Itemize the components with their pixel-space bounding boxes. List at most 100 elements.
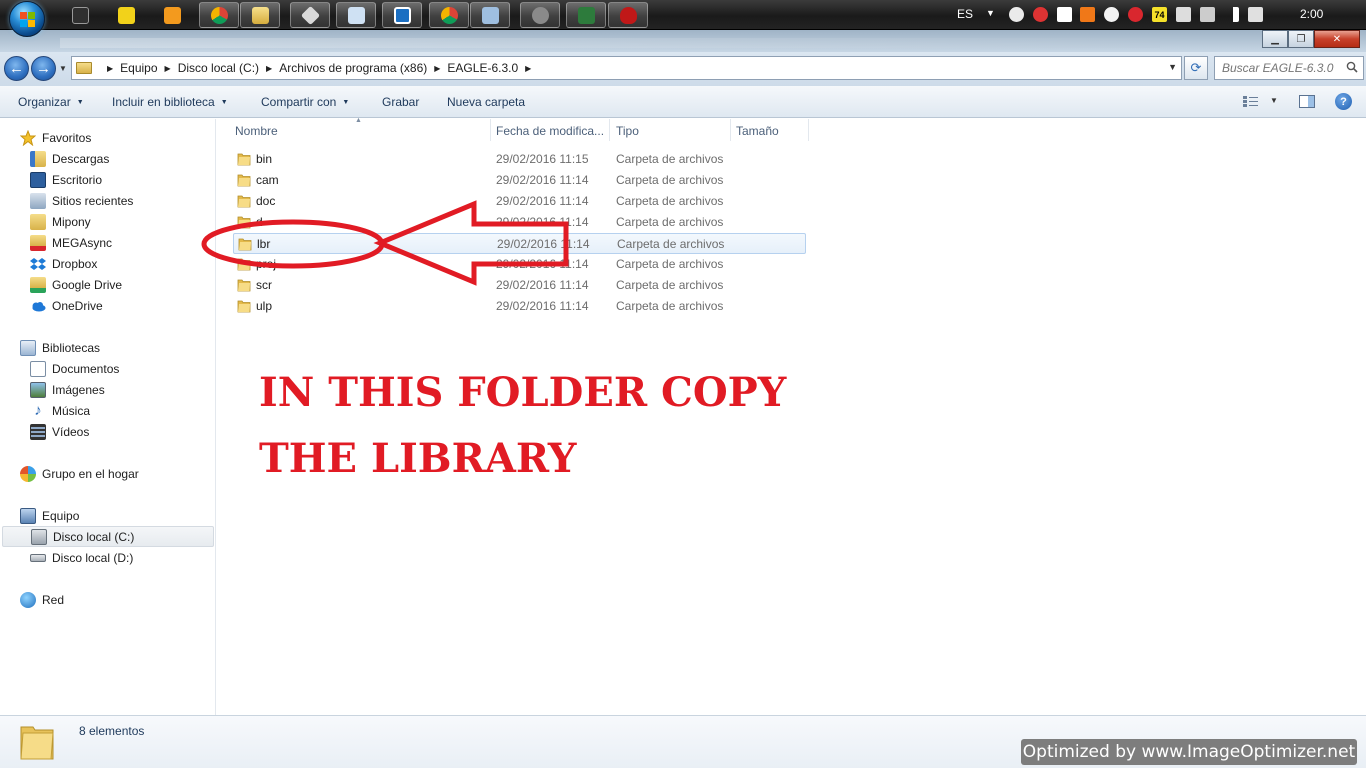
nav-item-mipony[interactable]: Mipony <box>0 211 214 232</box>
taskbar-explorer-button[interactable] <box>240 2 280 28</box>
address-bar[interactable]: ▶ Equipo ▶ Disco local (C:) ▶ Archivos d… <box>71 56 1182 80</box>
taskbar-minecraft-button[interactable] <box>60 2 100 28</box>
change-view-icon[interactable] <box>1243 95 1259 108</box>
badge-74-icon[interactable]: 74 <box>1152 7 1167 22</box>
taskbar-gimp-button[interactable] <box>520 2 560 28</box>
close-button[interactable]: ✕ <box>1314 30 1360 48</box>
new-folder-button[interactable]: Nueva carpeta <box>447 95 525 109</box>
nav-computer[interactable]: Equipo <box>0 505 214 526</box>
nav-item-videos[interactable]: Vídeos <box>0 421 214 442</box>
taskbar: ES ▼ 74 2:00 <box>0 0 1366 37</box>
column-header-type[interactable]: Tipo <box>616 119 639 143</box>
breadcrumb-disco-c[interactable]: Disco local (C:) <box>178 61 259 75</box>
start-button[interactable] <box>9 1 45 37</box>
nav-homegroup[interactable]: Grupo en el hogar <box>0 463 214 484</box>
file-type: Carpeta de archivos <box>616 278 724 292</box>
chrome-icon <box>210 6 228 24</box>
minimize-button[interactable]: ▁ <box>1262 30 1288 48</box>
chevron-right-icon[interactable]: ▶ <box>525 64 531 73</box>
chrome-icon <box>440 6 458 24</box>
taskbar-red-app-button[interactable] <box>608 2 648 28</box>
notepad-icon <box>347 6 365 24</box>
organize-button[interactable]: Organizar ▼ <box>18 95 84 109</box>
avast-icon[interactable] <box>1080 7 1095 22</box>
taskbar-media-player-button[interactable] <box>152 2 192 28</box>
chevron-right-icon[interactable]: ▶ <box>434 64 440 73</box>
flag-error-icon[interactable] <box>1176 7 1191 22</box>
nav-network[interactable]: Red <box>0 589 214 610</box>
file-date: 29/02/2016 11:14 <box>497 237 590 251</box>
battery-icon[interactable] <box>1200 7 1215 22</box>
column-header-size[interactable]: Tamaño <box>736 119 779 143</box>
recent-pages-dropdown[interactable]: ▼ <box>59 64 67 73</box>
nav-item-sitios-recientes[interactable]: Sitios recientes <box>0 190 214 211</box>
file-row-proj[interactable]: proj 29/02/2016 11:14 Carpeta de archivos <box>233 254 806 275</box>
file-date: 29/02/2016 11:14 <box>496 299 589 313</box>
file-row-ulp[interactable]: ulp 29/02/2016 11:14 Carpeta de archivos <box>233 296 806 317</box>
folder-icon <box>76 62 92 74</box>
forward-button[interactable]: → <box>31 56 56 81</box>
help-icon[interactable]: ? <box>1335 93 1352 110</box>
search-icon[interactable] <box>1346 61 1358 73</box>
burn-button[interactable]: Grabar <box>382 95 419 109</box>
taskbar-control-panel-button[interactable] <box>470 2 510 28</box>
breadcrumb-equipo[interactable]: Equipo <box>120 61 157 75</box>
address-history-dropdown[interactable]: ▼ <box>1168 62 1177 72</box>
preview-pane-icon[interactable] <box>1299 95 1315 108</box>
taskbar-xmind-button[interactable] <box>382 2 422 28</box>
file-row-lbr[interactable]: lbr 29/02/2016 11:14 Carpeta de archivos <box>233 233 806 254</box>
nav-item-imagenes[interactable]: Imágenes <box>0 379 214 400</box>
taskbar-chrome-2-button[interactable] <box>429 2 469 28</box>
file-row-bin[interactable]: bin 29/02/2016 11:15 Carpeta de archivos <box>233 149 806 170</box>
nav-item-megasync[interactable]: MEGAsync <box>0 232 214 253</box>
taskbar-chrome-button[interactable] <box>199 2 239 28</box>
nav-item-escritorio[interactable]: Escritorio <box>0 169 214 190</box>
file-row-cam[interactable]: cam 29/02/2016 11:14 Carpeta de archivos <box>233 170 806 191</box>
signal-icon[interactable] <box>1224 7 1239 22</box>
app-tray-icon[interactable] <box>1033 7 1048 22</box>
file-row-scr[interactable]: scr 29/02/2016 11:14 Carpeta de archivos <box>233 275 806 296</box>
file-row-doc[interactable]: doc 29/02/2016 11:14 Carpeta de archivos <box>233 191 806 212</box>
file-row-d[interactable]: d 29/02/2016 11:14 Carpeta de archivos <box>233 212 806 233</box>
taskbar-notepad-button[interactable] <box>336 2 376 28</box>
chevron-right-icon[interactable]: ▶ <box>266 64 272 73</box>
search-input[interactable] <box>1222 58 1342 78</box>
nav-item-descargas[interactable]: Descargas <box>0 148 214 169</box>
cloud-upload-icon[interactable] <box>1009 7 1024 22</box>
language-indicator[interactable]: ES <box>957 7 973 21</box>
maximize-button[interactable]: ❐ <box>1288 30 1314 48</box>
nav-favorites[interactable]: Favoritos <box>0 127 214 148</box>
nav-item-musica[interactable]: ♪ Música <box>0 400 214 421</box>
chevron-right-icon[interactable]: ▶ <box>165 64 171 73</box>
clock[interactable]: 2:00 <box>1300 7 1323 21</box>
nav-item-onedrive[interactable]: OneDrive <box>0 295 214 316</box>
column-header-name[interactable]: Nombre <box>235 119 278 143</box>
taskbar-arduino-button[interactable] <box>566 2 606 28</box>
nav-item-google-drive[interactable]: Google Drive <box>0 274 214 295</box>
volume-icon[interactable] <box>1248 7 1263 22</box>
dropbox-icon[interactable] <box>1057 7 1072 22</box>
onedrive-icon[interactable] <box>1104 7 1119 22</box>
nav-libraries[interactable]: Bibliotecas <box>0 337 214 358</box>
breadcrumb-eagle[interactable]: EAGLE-6.3.0 <box>447 61 518 75</box>
nav-item-disco-c[interactable]: Disco local (C:) <box>2 526 214 547</box>
file-type: Carpeta de archivos <box>616 194 724 208</box>
tray-expand-icon[interactable]: ▼ <box>986 8 995 18</box>
file-name: doc <box>256 194 276 208</box>
back-button[interactable]: ← <box>4 56 29 81</box>
taskbar-norton-button[interactable] <box>106 2 146 28</box>
nav-item-disco-d[interactable]: Disco local (D:) <box>0 547 214 568</box>
nav-item-documentos[interactable]: Documentos <box>0 358 214 379</box>
music-icon: ♪ <box>34 401 42 419</box>
nav-item-dropbox[interactable]: Dropbox <box>0 253 214 274</box>
breadcrumb-archivos-programa[interactable]: Archivos de programa (x86) <box>279 61 427 75</box>
include-library-button[interactable]: Incluir en biblioteca ▼ <box>112 95 228 109</box>
megasync-icon[interactable] <box>1128 7 1143 22</box>
chevron-right-icon[interactable]: ▶ <box>107 64 113 73</box>
search-box[interactable] <box>1214 56 1364 80</box>
taskbar-git-button[interactable] <box>290 2 330 28</box>
refresh-button[interactable]: ⟳ <box>1184 56 1208 80</box>
share-with-button[interactable]: Compartir con ▼ <box>261 95 349 109</box>
column-header-date[interactable]: Fecha de modifica... <box>496 119 604 143</box>
view-options-dropdown[interactable]: ▼ <box>1270 96 1278 105</box>
